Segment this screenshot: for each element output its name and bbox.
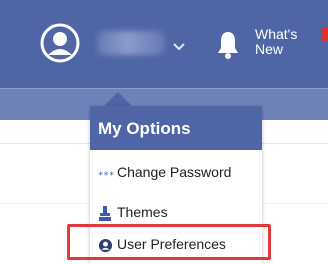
password-dots-icon: *** xyxy=(98,166,114,181)
whats-new-line1: What's xyxy=(255,26,298,42)
whats-new-link[interactable]: What's New xyxy=(255,27,305,57)
user-avatar-icon[interactable] xyxy=(40,23,80,63)
dropdown-pointer xyxy=(104,92,132,106)
paint-brush-icon xyxy=(98,206,112,221)
highlight-annotation xyxy=(67,224,271,260)
bell-icon[interactable] xyxy=(215,30,241,60)
menu-item-change-password[interactable]: *** Change Password xyxy=(90,158,262,188)
chevron-down-icon[interactable] xyxy=(172,37,186,51)
notification-badge xyxy=(321,27,328,41)
menu-item-label: Themes xyxy=(117,204,168,220)
dropdown-title: My Options xyxy=(98,119,191,138)
menu-item-label: Change Password xyxy=(117,164,232,180)
dropdown-header: My Options xyxy=(90,106,262,150)
svg-text:***: *** xyxy=(98,171,114,181)
username-redacted[interactable] xyxy=(97,31,165,55)
whats-new-line2: New xyxy=(255,41,284,57)
